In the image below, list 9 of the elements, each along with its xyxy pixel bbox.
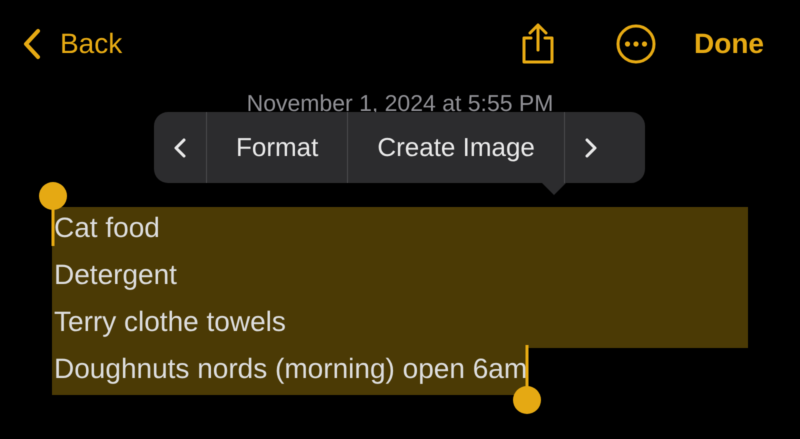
back-button[interactable]: Back	[22, 28, 122, 60]
chevron-left-icon	[174, 138, 186, 158]
share-icon[interactable]	[520, 23, 556, 65]
more-icon[interactable]	[616, 24, 656, 64]
menu-item[interactable]: Format	[207, 112, 348, 183]
chevron-left-icon	[22, 28, 42, 60]
menu-item[interactable]: Create Image	[348, 112, 564, 183]
chevron-right-icon	[584, 138, 597, 158]
done-button[interactable]: Done	[694, 30, 764, 58]
